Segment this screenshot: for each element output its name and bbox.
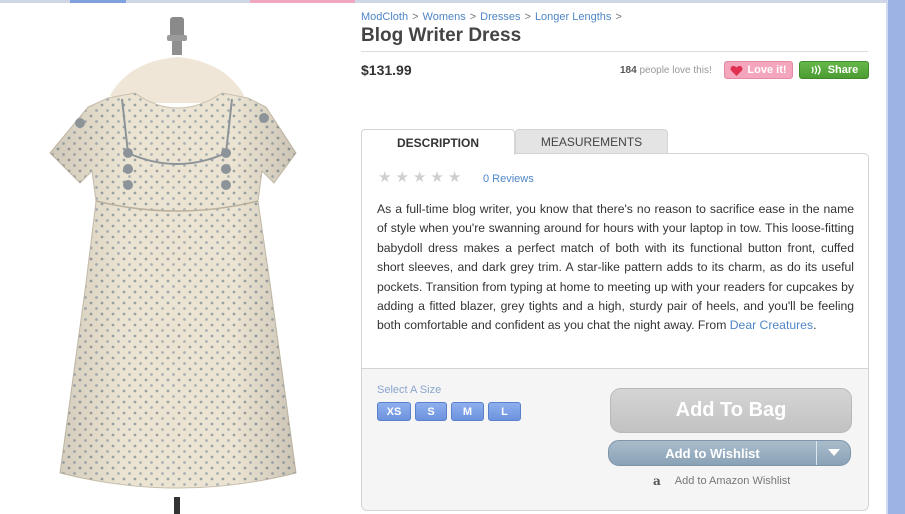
dress-illustration: [49, 17, 297, 514]
title-divider: [361, 51, 868, 52]
star-icon: ★: [430, 169, 444, 186]
breadcrumb-separator: >: [412, 11, 419, 23]
brand-link[interactable]: Dear Creatures: [730, 318, 813, 332]
breadcrumb-separator: >: [615, 11, 622, 23]
breadcrumb: ModCloth > Womens > Dresses > Longer Lengths >: [361, 11, 626, 23]
rating-stars[interactable]: ★ ★ ★ ★ ★: [378, 170, 461, 185]
chevron-down-icon: [827, 449, 840, 456]
product-description: As a full-time blog writer, you know tha…: [377, 200, 854, 336]
amazon-wishlist-label: Add to Amazon Wishlist: [674, 475, 791, 487]
tab-measurements[interactable]: MEASUREMENTS: [515, 129, 668, 154]
love-count-number: 184: [620, 65, 637, 76]
star-icon: ★: [447, 169, 462, 186]
star-icon: ★: [378, 169, 392, 186]
star-icon: ★: [395, 169, 409, 186]
size-l-button[interactable]: L: [488, 402, 521, 421]
love-it-label: Love it!: [747, 64, 787, 76]
breadcrumb-dresses[interactable]: Dresses: [480, 11, 520, 23]
breadcrumb-separator: >: [524, 11, 531, 23]
share-waves-icon: [811, 65, 821, 75]
side-strip: [888, 0, 905, 514]
product-image[interactable]: [0, 3, 352, 514]
amazon-logo-icon: a: [653, 474, 661, 488]
share-button[interactable]: Share: [799, 61, 869, 79]
breadcrumb-longer-lengths[interactable]: Longer Lengths: [535, 11, 611, 23]
description-body: As a full-time blog writer, you know tha…: [377, 202, 854, 333]
add-to-wishlist-button[interactable]: Add to Wishlist: [608, 440, 851, 466]
description-end: .: [813, 318, 817, 333]
breadcrumb-modcloth[interactable]: ModCloth: [361, 11, 408, 23]
star-icon: ★: [412, 169, 427, 186]
love-count: 184 people love this!: [620, 65, 712, 76]
love-count-text: people love this!: [639, 65, 712, 76]
size-selector: XS S M L: [377, 402, 521, 421]
heart-icon: [730, 65, 743, 76]
product-title: Blog Writer Dress: [361, 25, 522, 46]
add-to-wishlist-label: Add to Wishlist: [665, 445, 760, 461]
reviews-link[interactable]: 0 Reviews: [483, 173, 534, 185]
love-it-button[interactable]: Love it!: [724, 61, 793, 79]
add-to-bag-button[interactable]: Add To Bag: [610, 388, 852, 433]
breadcrumb-womens[interactable]: Womens: [423, 11, 466, 23]
breadcrumb-separator: >: [469, 11, 477, 23]
product-price: $131.99: [361, 62, 412, 78]
size-xs-button[interactable]: XS: [377, 402, 411, 421]
size-s-button[interactable]: S: [415, 402, 447, 421]
amazon-wishlist-link[interactable]: a Add to Amazon Wishlist: [653, 474, 790, 488]
size-m-button[interactable]: M: [451, 402, 484, 421]
tab-description[interactable]: DESCRIPTION: [361, 129, 515, 155]
wishlist-dropdown[interactable]: [816, 441, 850, 465]
share-label: Share: [827, 64, 859, 76]
size-label: Select A Size: [377, 384, 442, 396]
